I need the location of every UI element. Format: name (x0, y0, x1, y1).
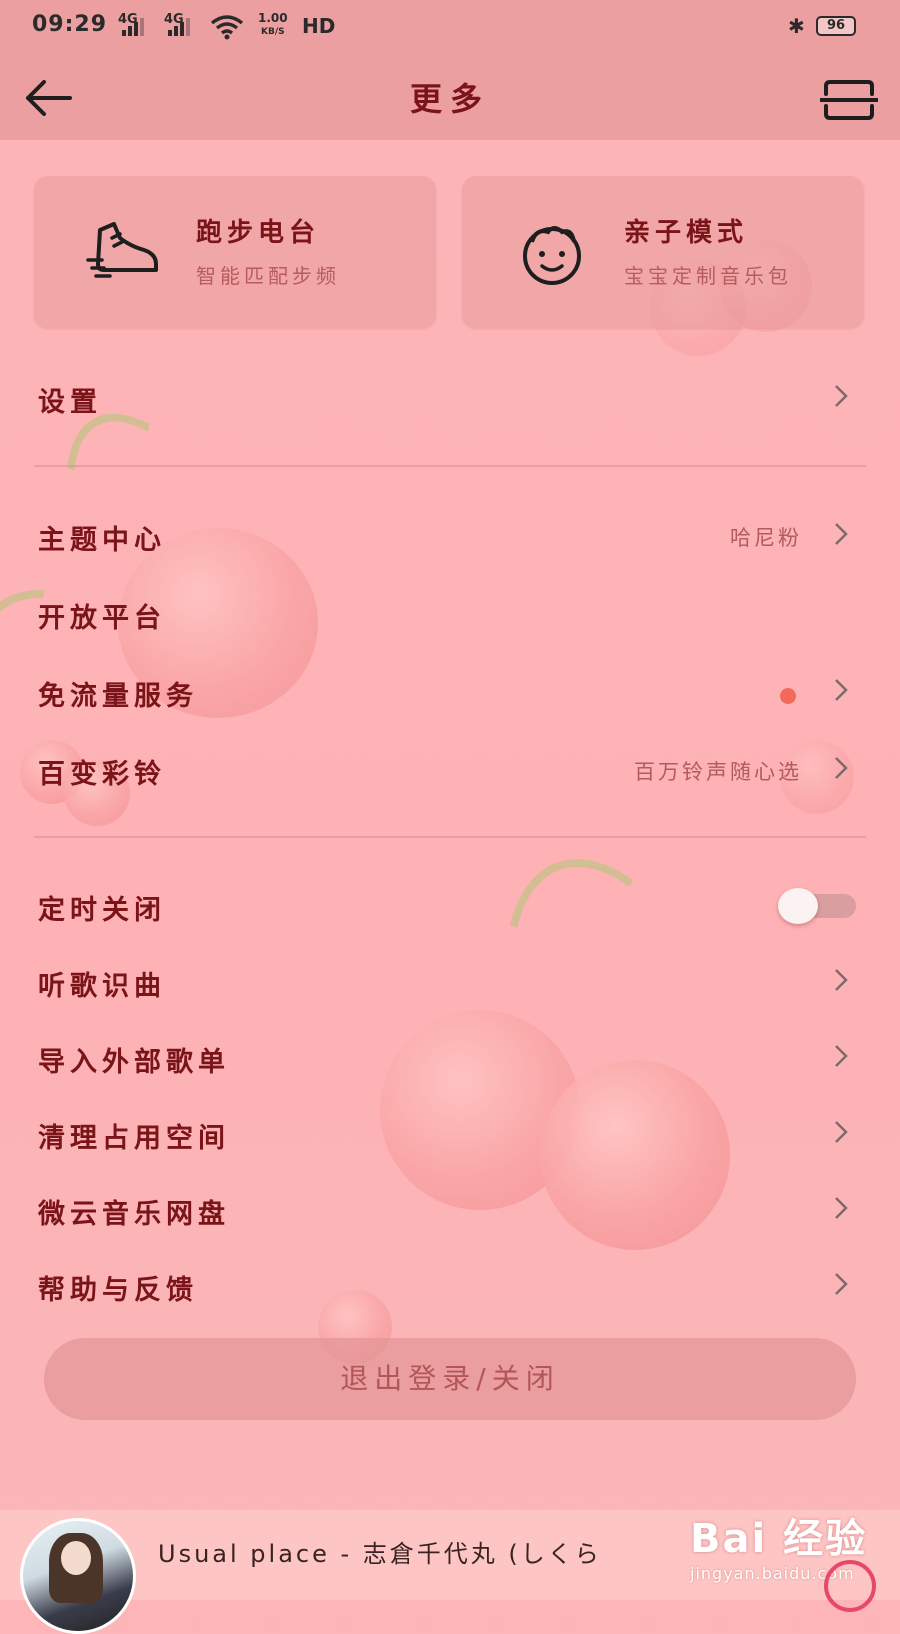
network-speed-unit: KB/S (261, 27, 285, 37)
menu-item-label: 听歌识曲 (38, 971, 166, 1002)
menu-item-label: 微云音乐网盘 (38, 1199, 230, 1230)
card-subtitle: 智能匹配步频 (196, 264, 340, 288)
card-subtitle: 宝宝定制音乐包 (624, 264, 792, 288)
toggle-knob (778, 888, 818, 924)
menu-item-label: 帮助与反馈 (38, 1275, 198, 1306)
chevron-right-icon (835, 1121, 848, 1143)
page-title: 更多 (409, 80, 490, 118)
notification-dot (780, 688, 796, 704)
menu-item-sleep-timer[interactable]: 定时关闭 (0, 874, 900, 938)
menu-item-clean-storage[interactable]: 清理占用空间 (0, 1102, 900, 1166)
menu-item-import-playlist[interactable]: 导入外部歌单 (0, 1026, 900, 1090)
menu-item-ringtone[interactable]: 百变彩铃 百万铃声随心选 (0, 738, 900, 802)
menu-item-settings[interactable]: 设置 (0, 366, 900, 430)
status-time: 09:29 (32, 12, 108, 37)
divider (34, 465, 866, 467)
title-bar: 更多 (0, 56, 900, 140)
menu-item-help-feedback[interactable]: 帮助与反馈 (0, 1254, 900, 1318)
menu-item-value: 哈尼粉 (730, 526, 802, 550)
network-speed-value: 1.00 (258, 11, 288, 25)
feature-cards: 跑步电台 智能匹配步频 亲子模式 宝宝定制音乐包 (34, 176, 866, 328)
menu-item-song-recognition[interactable]: 听歌识曲 (0, 950, 900, 1014)
wifi-icon (210, 15, 244, 40)
chevron-right-icon (835, 757, 848, 779)
menu-item-value: 百万铃声随心选 (634, 760, 802, 784)
menu-item-label: 百变彩铃 (38, 759, 166, 790)
battery-indicator: 96 (816, 16, 856, 36)
signal-icon (122, 16, 148, 36)
menu-item-label: 开放平台 (38, 603, 166, 634)
menu-item-label: 定时关闭 (38, 895, 166, 926)
now-playing-title[interactable]: Usual place - 志倉千代丸 (しくら (158, 1534, 602, 1569)
mini-player[interactable]: Usual place - 志倉千代丸 (しくら Bai 经验 jingyan.… (0, 1510, 900, 1634)
signal-icon (168, 16, 194, 36)
album-art[interactable] (20, 1518, 136, 1634)
play-pause-icon[interactable] (822, 1558, 878, 1614)
chevron-right-icon (835, 385, 848, 407)
menu-item-label: 免流量服务 (38, 681, 198, 712)
sleep-timer-toggle[interactable] (778, 888, 856, 924)
running-radio-card[interactable]: 跑步电台 智能匹配步频 (34, 176, 436, 328)
watermark-main-text: Bai 经验 (690, 1516, 868, 1562)
card-title: 跑步电台 (196, 218, 321, 248)
menu-item-weiyun-music-drive[interactable]: 微云音乐网盘 (0, 1178, 900, 1242)
chevron-right-icon (835, 969, 848, 991)
baby-face-icon (523, 226, 581, 285)
parent-child-mode-card[interactable]: 亲子模式 宝宝定制音乐包 (462, 176, 864, 328)
divider (34, 836, 866, 838)
card-title: 亲子模式 (624, 218, 749, 248)
menu-item-theme-center[interactable]: 主题中心 哈尼粉 (0, 504, 900, 568)
logout-button[interactable]: 退出登录/关闭 (44, 1338, 856, 1420)
album-art-figure-face (61, 1541, 91, 1575)
chevron-right-icon (835, 1045, 848, 1067)
chevron-right-icon (835, 1197, 848, 1219)
menu-item-free-data-service[interactable]: 免流量服务 (0, 660, 900, 724)
running-shoe-icon (86, 222, 158, 278)
menu-item-label: 清理占用空间 (38, 1123, 230, 1154)
menu-item-label: 主题中心 (38, 525, 166, 556)
bluetooth-icon: ✱ (788, 14, 805, 38)
chevron-right-icon (835, 523, 848, 545)
chevron-right-icon (835, 679, 848, 701)
menu-item-label: 设置 (38, 387, 102, 418)
status-bar: 09:29 4G 4G 1.00 KB/S HD ✱ 96 (0, 0, 900, 56)
network-speed: 1.00 KB/S (258, 12, 288, 38)
menu-item-open-platform[interactable]: 开放平台 (0, 582, 900, 646)
scan-icon[interactable] (820, 78, 878, 122)
hd-indicator: HD (302, 14, 336, 38)
chevron-right-icon (835, 1273, 848, 1295)
menu-item-label: 导入外部歌单 (38, 1047, 230, 1078)
